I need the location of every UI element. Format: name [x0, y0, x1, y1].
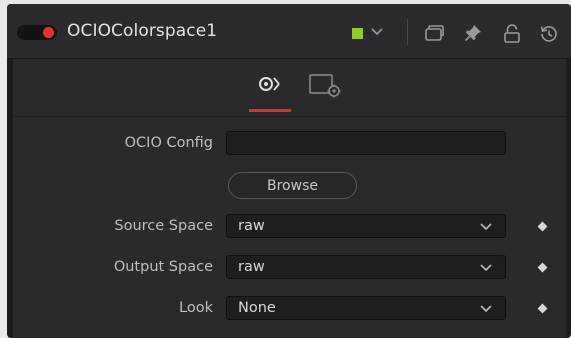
tabs-divider: [13, 116, 566, 117]
chevron-down-icon: [480, 264, 492, 272]
inspector-body: OCIO Config Browse Source Space raw Outp…: [13, 59, 566, 338]
tab-controls[interactable]: [246, 73, 294, 113]
header-divider: [407, 19, 408, 45]
look-dropdown[interactable]: None: [226, 296, 506, 320]
reset-icon[interactable]: [539, 24, 559, 44]
source-space-value: raw: [238, 218, 265, 234]
source-space-dropdown[interactable]: raw: [226, 214, 506, 238]
chevron-down-icon[interactable]: [370, 24, 384, 38]
keyframe-button[interactable]: [537, 262, 548, 273]
look-value: None: [238, 300, 276, 316]
tabs-bar: [13, 59, 566, 116]
source-space-label: Source Space: [114, 218, 213, 234]
node-enable-toggle[interactable]: [17, 25, 57, 40]
chevron-down-icon: [480, 305, 492, 313]
output-space-dropdown[interactable]: raw: [226, 255, 506, 279]
toggle-knob: [43, 27, 54, 38]
versions-icon[interactable]: [425, 24, 445, 42]
settings-icon: [309, 74, 341, 98]
lock-icon[interactable]: [503, 24, 521, 44]
tab-settings[interactable]: [303, 73, 351, 113]
ocio-config-input[interactable]: [226, 131, 506, 155]
inspector-panel: OCIOColorspace1 OCIO Config Browse Sourc…: [7, 4, 571, 338]
ocio-config-label: OCIO Config: [124, 135, 213, 151]
output-space-value: raw: [238, 259, 265, 275]
ocio-config-value: [227, 135, 238, 151]
pin-icon[interactable]: [464, 24, 482, 42]
browse-button[interactable]: Browse: [228, 172, 357, 199]
chevron-down-icon: [480, 223, 492, 231]
output-space-label: Output Space: [113, 259, 213, 275]
node-header: OCIOColorspace1: [7, 4, 571, 59]
active-tab-indicator: [249, 109, 291, 112]
look-label: Look: [179, 300, 213, 316]
keyframe-button[interactable]: [537, 221, 548, 232]
keyframe-button[interactable]: [537, 303, 548, 314]
node-color-swatch[interactable]: [352, 28, 363, 39]
node-title: OCIOColorspace1: [67, 21, 218, 41]
controls-icon: [259, 77, 280, 91]
